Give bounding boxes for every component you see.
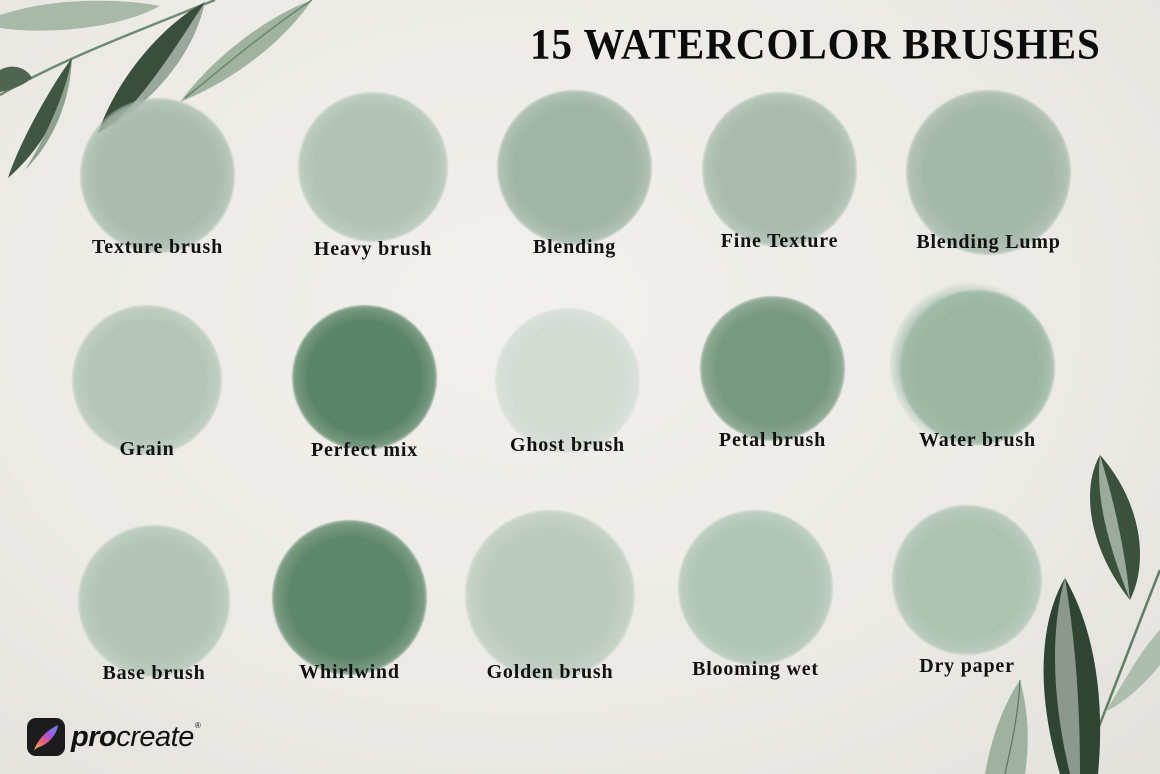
brush-stroke-sample <box>678 510 833 665</box>
brush-stroke-sample <box>497 90 652 245</box>
brush-stroke-sample <box>465 510 635 680</box>
brush-stroke-sample <box>292 305 437 450</box>
brush-stroke-sample <box>298 92 448 242</box>
brush-label: Dry paper <box>919 655 1015 677</box>
brush-stroke-sample <box>80 98 235 253</box>
brush-stroke-sample <box>72 305 222 455</box>
brush-label: Texture brush <box>92 236 223 258</box>
brush-label: Grain <box>119 438 175 460</box>
brush-stroke-sample <box>702 92 857 247</box>
registered-mark: ® <box>194 720 201 730</box>
procreate-feather-icon <box>27 718 65 756</box>
procreate-wordmark: procreate® <box>71 720 201 754</box>
brush-stroke-sample <box>892 505 1042 655</box>
wordmark-light: create <box>116 720 194 753</box>
page-title: 15 WATERCOLOR BRUSHES <box>530 19 1101 69</box>
wordmark-bold: pro <box>71 720 117 753</box>
brush-stroke-sample <box>900 290 1055 445</box>
brush-stroke-sample <box>78 525 230 677</box>
brush-label: Blending Lump <box>916 231 1061 253</box>
brush-stroke-sample <box>495 308 640 453</box>
brush-label: Water brush <box>919 429 1036 451</box>
procreate-logo: procreate® <box>27 718 201 756</box>
brush-stroke-sample <box>272 520 427 675</box>
brush-stroke-sample <box>700 296 845 441</box>
